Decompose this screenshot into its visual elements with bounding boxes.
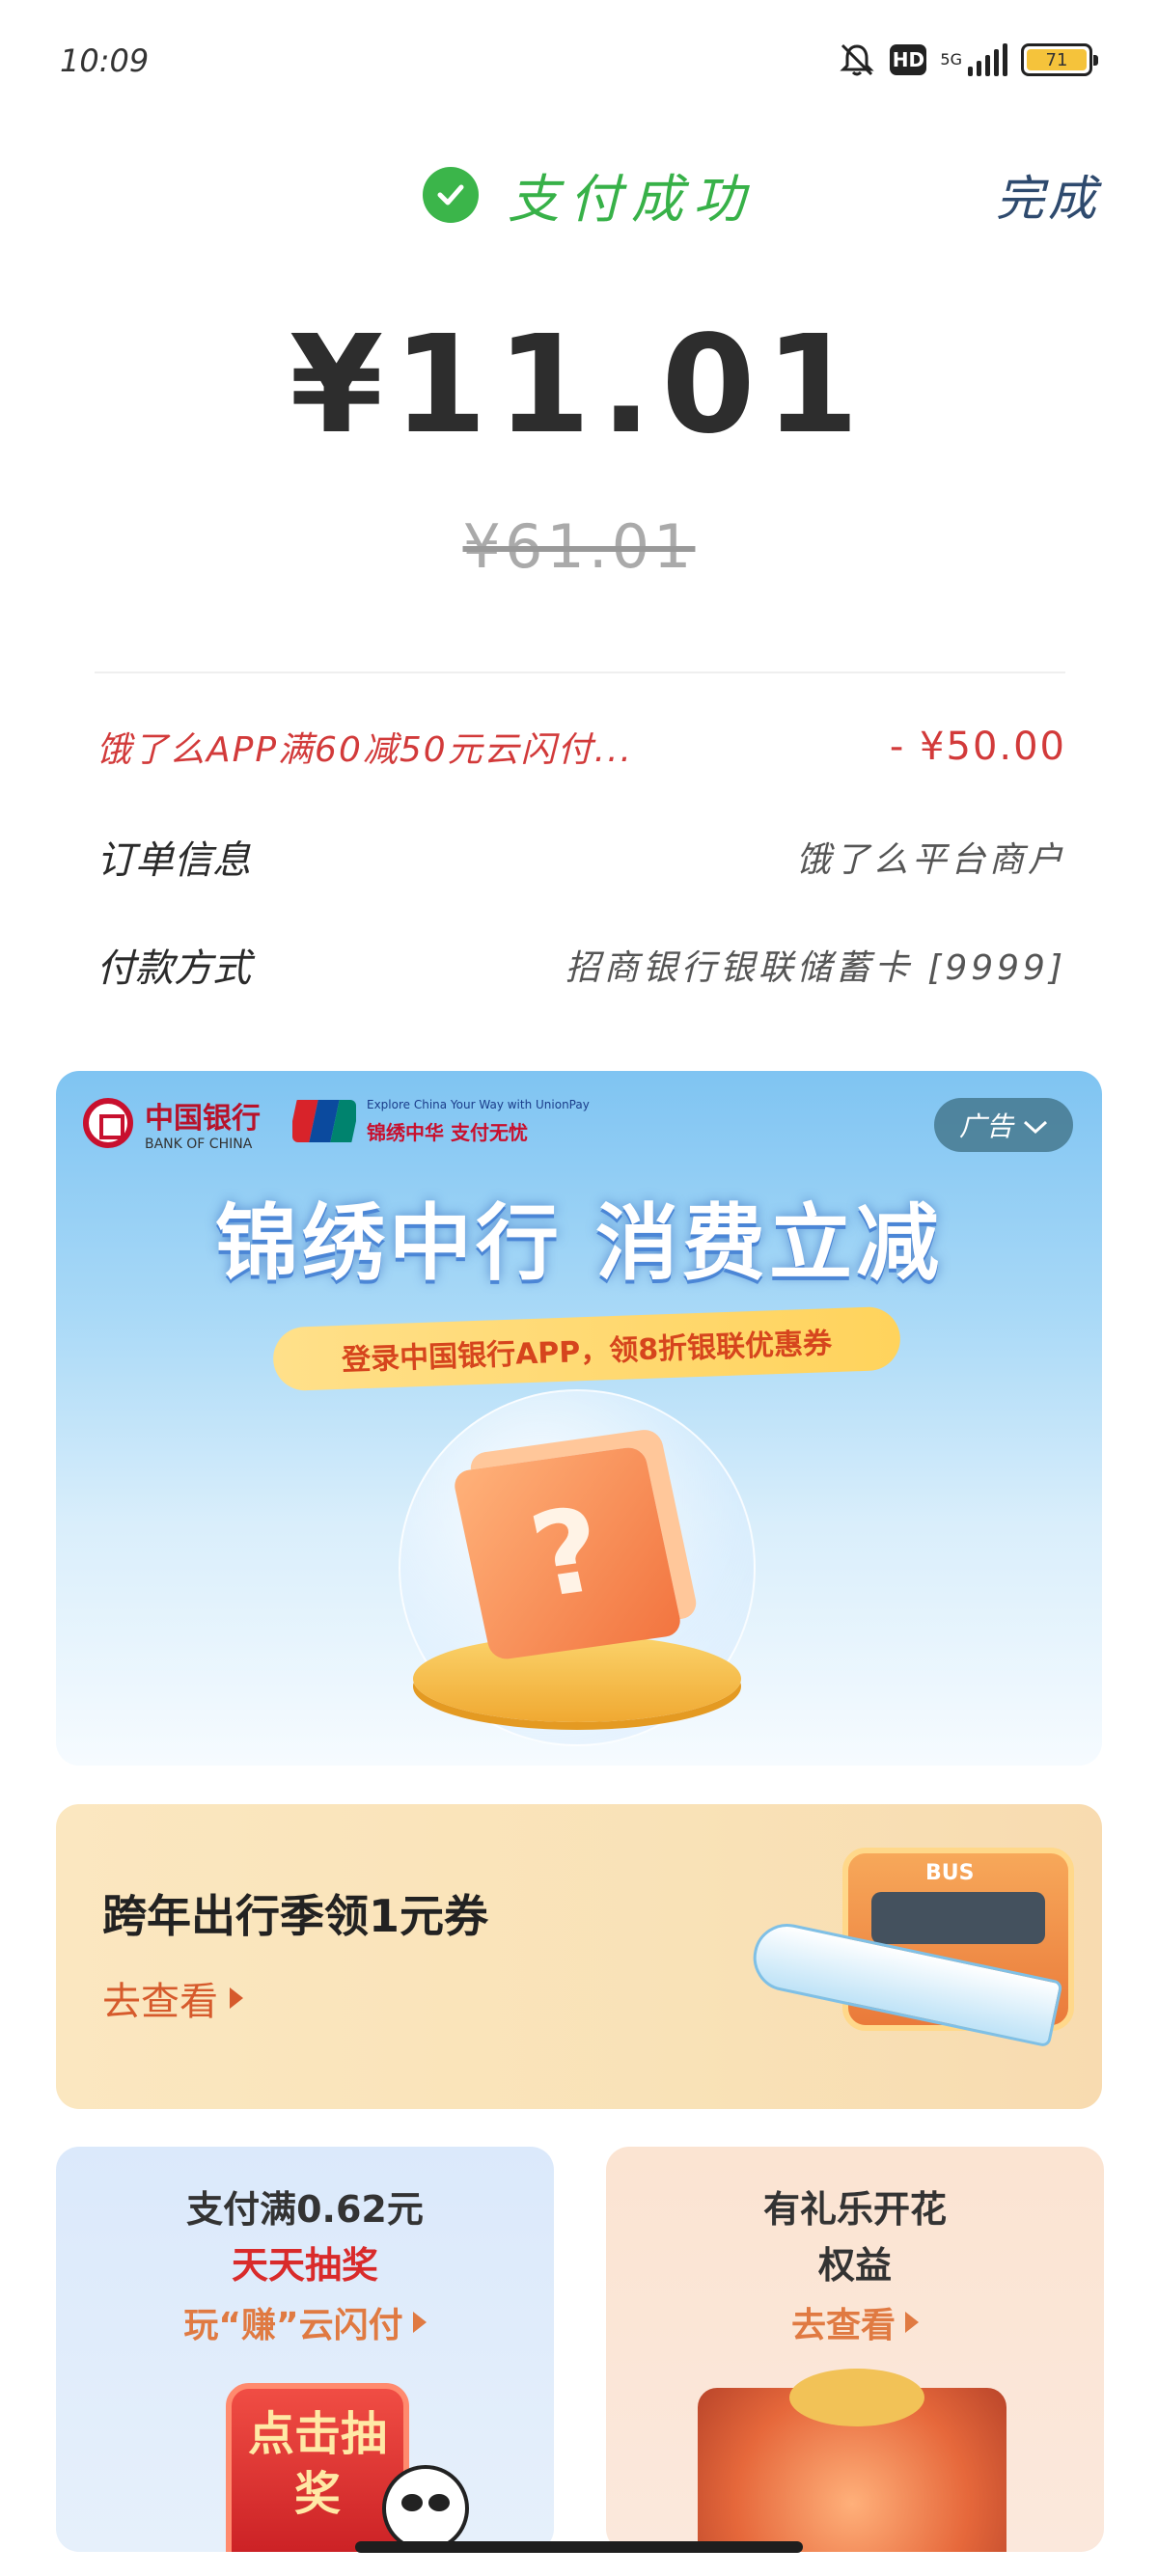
status-bar: 10:09 HD 5G 71 [0,0,1158,125]
home-indicator[interactable] [355,2541,803,2553]
rewards-card-subtitle: 权益 [817,2244,892,2287]
rewards-card-link-label: 去查看 [790,2306,896,2345]
done-button[interactable]: 完成 [996,160,1100,230]
ad-tag-button[interactable]: 广告 [933,1098,1073,1152]
order-info-label: 订单信息 [96,838,251,883]
merchant-name: 饿了么平台商户 [795,840,1066,880]
unionpay-logo-icon [292,1100,356,1142]
original-amount: ¥61.01 [462,511,696,582]
ad-ribbon: 登录中国银行APP，领8折银联优惠券 [272,1305,901,1392]
order-info-row[interactable]: 订单信息 饿了么平台商户 [96,818,1066,895]
ad-banner[interactable]: 中国银行 BANK OF CHINA Explore China Your Wa… [56,1071,1102,1766]
discount-value: - ¥50.00 [889,725,1066,769]
lottery-card[interactable]: 支付满0.62元 天天抽奖 玩“赚”云闪付 点击抽奖 [56,2147,554,2552]
payment-success-text: 支付成功 [508,169,755,230]
status-time: 10:09 [60,42,150,79]
signal-icon [968,43,1007,76]
chevron-down-icon [1023,1110,1048,1141]
hd-icon: HD [890,44,927,75]
battery-icon: 71 [1021,43,1098,76]
bus-label: BUS [925,1861,975,1885]
result-header: 支付成功 完成 [0,135,1158,241]
network-type-label: 5G [940,50,962,69]
travel-promo-link[interactable]: 去查看 [102,1970,243,2026]
discount-row[interactable]: 饿了么APP满60减50元云闪付... - ¥50.00 [96,708,1066,785]
divider [95,671,1065,673]
draw-lottery-button[interactable]: 点击抽奖 [226,2383,409,2552]
bank-of-china-mark-icon [83,1098,133,1148]
lottery-card-title: 天天抽奖 [231,2244,378,2287]
rewards-card-title: 有礼乐开花 [762,2188,947,2231]
travel-promo-card[interactable]: 跨年出行季领1元券 去查看 BUS [56,1804,1102,2109]
lottery-card-link[interactable]: 玩“赚”云闪付 [56,2297,554,2347]
travel-promo-title: 跨年出行季领1元券 [102,1890,489,1942]
payment-card: 招商银行银联储蓄卡 [9999] [565,948,1066,988]
rewards-card-link[interactable]: 去查看 [606,2297,1104,2347]
battery-level: 71 [1027,49,1087,70]
unionpay-slogan: 锦绣中华 支付无忧 [367,1121,528,1144]
gift-bow-icon [789,2369,924,2426]
bank-name-cn: 中国银行 [145,1102,261,1136]
paid-amount: ¥11.01 [289,307,869,464]
payment-success-status: 支付成功 [423,156,755,233]
play-arrow-icon [905,2312,919,2333]
payment-method-row[interactable]: 付款方式 招商银行银联储蓄卡 [9999] [96,926,1066,1003]
play-arrow-icon [412,2312,427,2333]
panda-mascot-icon [382,2465,469,2552]
lottery-card-link-label: 玩“赚”云闪付 [183,2306,403,2345]
check-circle-icon [423,166,479,223]
lottery-card-condition: 支付满0.62元 [186,2188,424,2231]
bank-of-china-logo: 中国银行 BANK OF CHINA [83,1094,261,1152]
bell-muted-icon [838,41,876,79]
discount-label: 饿了么APP满60减50元云闪付... [96,730,633,770]
unionpay-tagline: Explore China Your Way with UnionPay [367,1098,590,1111]
rewards-card[interactable]: 有礼乐开花 权益 去查看 [606,2147,1104,2552]
mystery-box-icon: ? [451,1445,684,1661]
payment-method-label: 付款方式 [96,946,251,991]
bank-name-en: BANK OF CHINA [145,1137,253,1152]
travel-promo-link-label: 去查看 [102,1980,218,2024]
ad-title: 锦绣中行 消费立减 [215,1195,943,1292]
ad-tag-label: 广告 [958,1110,1013,1142]
play-arrow-icon [230,1987,243,2009]
unionpay-text: Explore China Your Way with UnionPay 锦绣中… [367,1098,590,1145]
status-icons: HD 5G 71 [838,41,1098,79]
